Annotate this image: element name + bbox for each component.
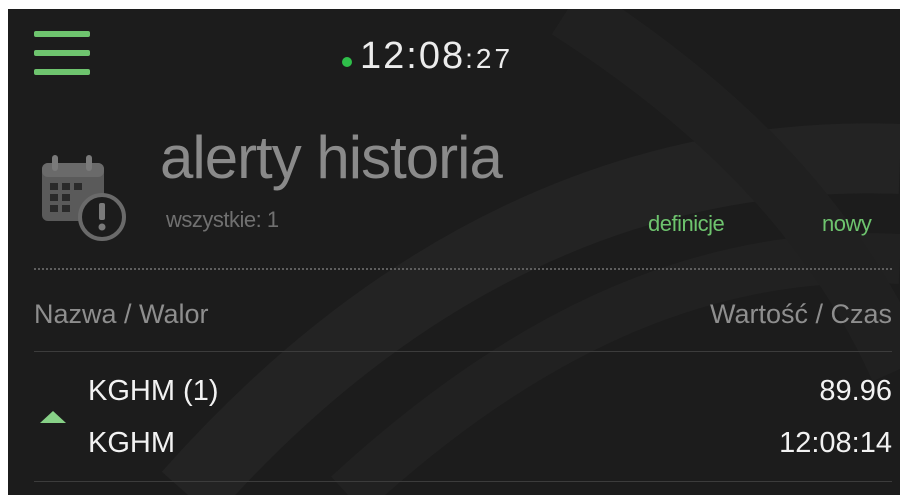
column-header-name: Nazwa / Walor [34, 299, 209, 329]
menu-bar-middle [34, 50, 90, 56]
header-divider [34, 268, 892, 270]
alert-name: KGHM (1) [88, 375, 219, 407]
menu-bar-top [34, 31, 90, 37]
row-divider [34, 481, 892, 482]
table-row[interactable]: KGHM (1) KGHM 89.96 12:08:14 [8, 352, 900, 480]
calendar-alert-icon [42, 155, 126, 241]
alert-time: 12:08:14 [779, 427, 892, 459]
page-title: alerty historia [160, 124, 503, 191]
menu-bar-bottom [34, 69, 90, 75]
alert-value: 89.96 [819, 375, 892, 407]
new-alert-link[interactable]: nowy [822, 211, 872, 237]
clock-seconds: :27 [465, 43, 514, 74]
app-screen: 12:08:27 alerty historia wszystkie: 1 de… [8, 9, 900, 495]
menu-hamburger-icon[interactable] [34, 31, 90, 77]
connection-status-dot [342, 57, 352, 67]
triangle-up-icon [40, 411, 66, 423]
clock-hours-minutes: 12:08 [360, 35, 466, 77]
alert-count-subtitle: wszystkie: 1 [166, 207, 279, 232]
column-header-value: Wartość / Czas [709, 299, 892, 329]
definitions-link[interactable]: definicje [648, 211, 725, 237]
alert-ticker: KGHM [88, 427, 175, 459]
clock: 12:08:27 [360, 35, 513, 78]
